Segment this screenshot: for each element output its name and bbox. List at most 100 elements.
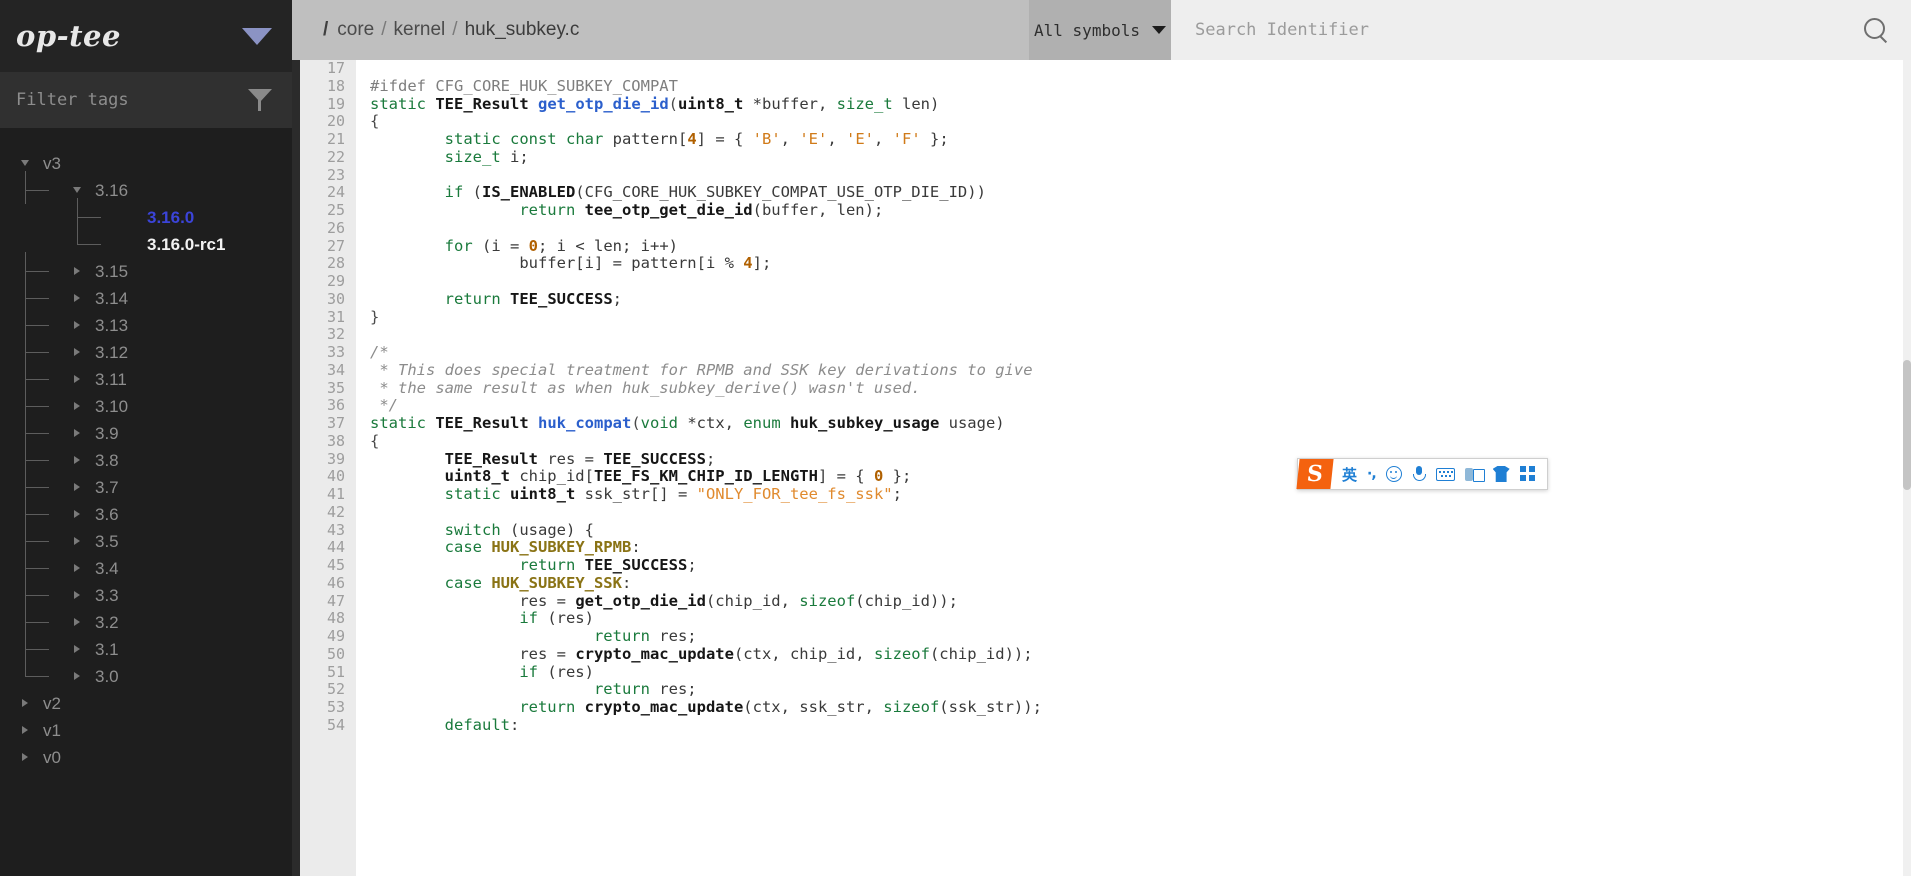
line-number[interactable]: 41 (300, 485, 345, 504)
caret-right-icon[interactable] (72, 528, 88, 555)
caret-right-icon[interactable] (72, 447, 88, 474)
tree-node-3.3[interactable]: 3.3 (0, 576, 292, 609)
line-number[interactable]: 49 (300, 627, 345, 646)
caret-right-icon[interactable] (72, 420, 88, 447)
source-code[interactable]: #ifdef CFG_CORE_HUK_SUBKEY_COMPAT static … (356, 60, 1911, 876)
line-number[interactable]: 18 (300, 77, 345, 96)
tree-node-3.11[interactable]: 3.11 (0, 360, 292, 393)
ime-toolbar[interactable]: S 英 ·, (1296, 458, 1548, 490)
caret-right-icon[interactable] (72, 636, 88, 663)
tree-node-v0[interactable]: v0 (0, 744, 292, 771)
vertical-scrollbar[interactable] (1903, 60, 1911, 876)
soft-keyboard-icon[interactable] (1435, 462, 1455, 486)
caret-down-icon[interactable] (20, 150, 36, 177)
line-number[interactable]: 21 (300, 130, 345, 149)
line-number[interactable]: 36 (300, 396, 345, 415)
line-number[interactable]: 54 (300, 716, 345, 735)
funnel-icon[interactable] (248, 87, 272, 113)
tree-node-3.16[interactable]: 3.16 (0, 171, 292, 204)
tree-node-3.16.0-rc1[interactable]: 3.16.0-rc1 (0, 225, 292, 258)
sogou-logo-icon[interactable]: S (1296, 459, 1334, 489)
line-number[interactable]: 47 (300, 592, 345, 611)
caret-down-icon[interactable] (72, 177, 88, 204)
line-number[interactable]: 19 (300, 95, 345, 114)
caret-down-icon[interactable] (242, 27, 272, 45)
line-number[interactable]: 42 (300, 503, 345, 522)
tree-node-v2[interactable]: v2 (0, 690, 292, 717)
caret-right-icon[interactable] (72, 285, 88, 312)
line-number[interactable]: 37 (300, 414, 345, 433)
tree-node-3.6[interactable]: 3.6 (0, 495, 292, 528)
left-scroll-rail[interactable] (292, 60, 300, 876)
line-number[interactable]: 40 (300, 467, 345, 486)
tree-node-3.13[interactable]: 3.13 (0, 306, 292, 339)
caret-right-icon[interactable] (72, 393, 88, 420)
code-token[interactable]: crypto_mac_update (575, 645, 734, 663)
caret-right-icon[interactable] (72, 258, 88, 285)
line-number[interactable]: 25 (300, 201, 345, 220)
caret-right-icon[interactable] (72, 663, 88, 690)
line-number[interactable]: 30 (300, 290, 345, 309)
language-mode-chinese-icon[interactable]: 英 (1342, 462, 1357, 486)
line-number[interactable]: 31 (300, 308, 345, 327)
tree-node-3.14[interactable]: 3.14 (0, 279, 292, 312)
emoji-smiley-icon[interactable] (1385, 462, 1402, 486)
tree-node-3.2[interactable]: 3.2 (0, 603, 292, 636)
toolbox-grid-icon[interactable] (1519, 462, 1536, 486)
line-number[interactable]: 53 (300, 698, 345, 717)
caret-right-icon[interactable] (72, 474, 88, 501)
breadcrumb-segment-kernel[interactable]: kernel (394, 19, 446, 41)
filter-tags-input[interactable] (16, 90, 248, 110)
caret-right-icon[interactable] (72, 501, 88, 528)
breadcrumb-root[interactable]: / (323, 19, 328, 41)
line-number[interactable]: 24 (300, 183, 345, 202)
line-number[interactable]: 43 (300, 521, 345, 540)
tree-node-v1[interactable]: v1 (0, 717, 292, 744)
breadcrumb-segment-file[interactable]: huk_subkey.c (465, 19, 580, 41)
line-number[interactable]: 27 (300, 237, 345, 256)
tree-node-3.7[interactable]: 3.7 (0, 468, 292, 501)
caret-right-icon[interactable] (72, 609, 88, 636)
tree-node-3.4[interactable]: 3.4 (0, 549, 292, 582)
code-token[interactable]: crypto_mac_update (585, 698, 744, 716)
line-number[interactable]: 32 (300, 325, 345, 344)
line-number[interactable]: 39 (300, 450, 345, 469)
tree-node-3.0[interactable]: 3.0 (0, 657, 292, 690)
code-token[interactable]: IS_ENABLED (482, 183, 575, 201)
line-number[interactable]: 22 (300, 148, 345, 167)
line-number[interactable]: 29 (300, 272, 345, 291)
line-number[interactable]: 44 (300, 538, 345, 557)
line-number[interactable]: 45 (300, 556, 345, 575)
caret-right-icon[interactable] (72, 555, 88, 582)
code-token[interactable]: tee_otp_get_die_id (585, 201, 753, 219)
project-logo[interactable]: op-tee (16, 19, 242, 53)
line-number[interactable]: 48 (300, 609, 345, 628)
caret-right-icon[interactable] (72, 582, 88, 609)
caret-right-icon[interactable] (20, 744, 36, 771)
scrollbar-thumb[interactable] (1903, 360, 1911, 490)
search-icon[interactable] (1863, 17, 1889, 43)
line-number[interactable]: 26 (300, 219, 345, 238)
breadcrumb-segment-core[interactable]: core (337, 19, 374, 41)
code-token[interactable]: get_otp_die_id (538, 95, 669, 113)
punctuation-toggle-icon[interactable]: ·, (1367, 462, 1377, 486)
caret-right-icon[interactable] (72, 312, 88, 339)
tree-node-v3[interactable]: v3 (0, 150, 292, 177)
tree-node-3.16.0[interactable]: 3.16.0 (0, 198, 292, 231)
symbol-filter-dropdown[interactable]: All symbols (1029, 0, 1171, 60)
caret-right-icon[interactable] (72, 366, 88, 393)
microphone-icon[interactable] (1412, 462, 1427, 486)
tree-node-3.8[interactable]: 3.8 (0, 441, 292, 474)
line-number[interactable]: 46 (300, 574, 345, 593)
tree-node-3.1[interactable]: 3.1 (0, 630, 292, 663)
line-number[interactable]: 23 (300, 166, 345, 185)
line-number[interactable]: 50 (300, 645, 345, 664)
line-number[interactable]: 33 (300, 343, 345, 362)
code-token[interactable]: get_otp_die_id (575, 592, 706, 610)
tree-node-3.15[interactable]: 3.15 (0, 252, 292, 285)
caret-right-icon[interactable] (20, 717, 36, 744)
line-number[interactable]: 38 (300, 432, 345, 451)
search-input[interactable] (1195, 20, 1863, 40)
tree-node-3.5[interactable]: 3.5 (0, 522, 292, 555)
code-token[interactable]: huk_compat (538, 414, 631, 432)
